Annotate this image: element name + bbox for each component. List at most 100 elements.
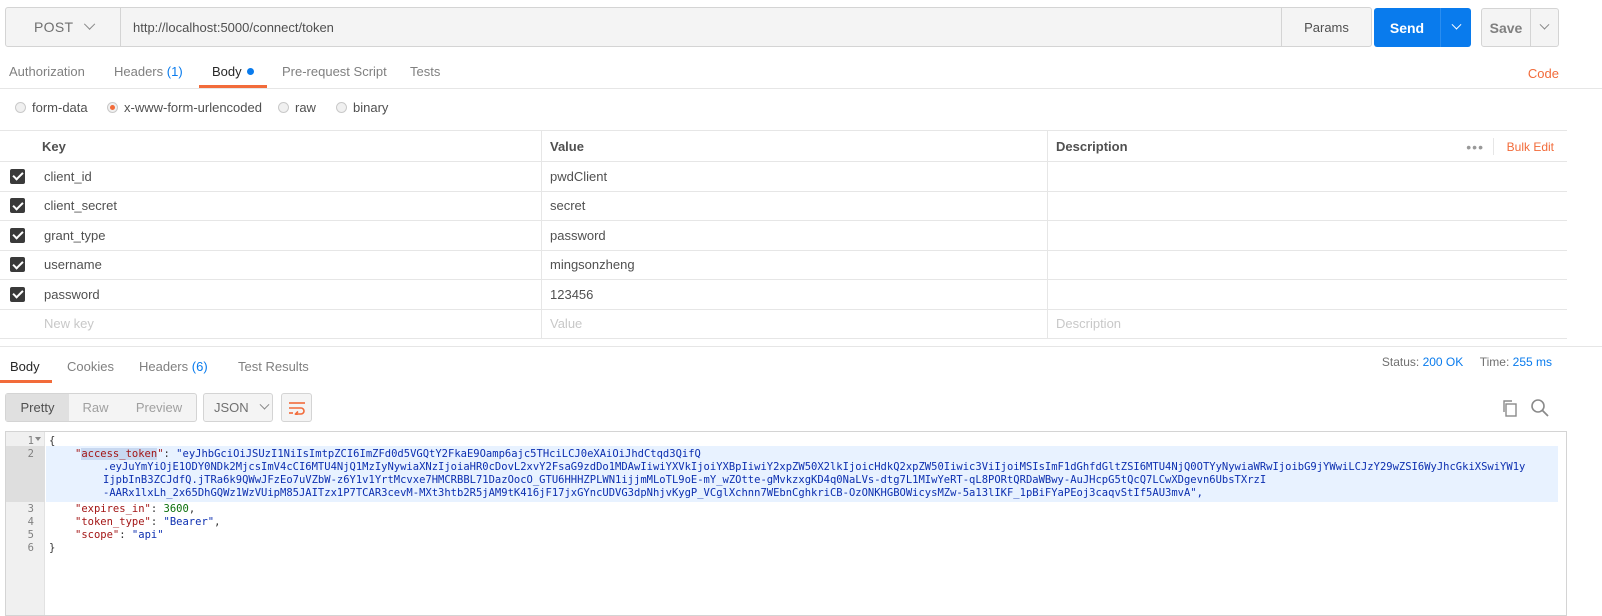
save-label: Save: [1489, 19, 1523, 36]
radio-circle: [278, 102, 289, 113]
response-tab-cookies[interactable]: Cookies: [67, 359, 114, 374]
new-key-input[interactable]: New key: [34, 309, 542, 338]
value-cell[interactable]: password: [542, 221, 1048, 250]
header-key: Key: [34, 131, 542, 161]
json-line-expires-in: "expires_in": 3600,: [75, 503, 196, 515]
time-value: 255 ms: [1512, 355, 1552, 369]
value-cell[interactable]: 123456: [542, 280, 1048, 309]
description-cell[interactable]: [1048, 251, 1567, 280]
value-cell[interactable]: pwdClient: [542, 162, 1048, 191]
radio-form-data[interactable]: form-data: [15, 100, 88, 115]
active-tab-indicator: [199, 85, 267, 88]
json-string: "eyJhbGciOiJSUzI1NiIsImtpZCI6ImZFd0d5VGQ…: [176, 448, 701, 460]
new-value-input[interactable]: Value: [542, 309, 1048, 338]
response-body-editor[interactable]: 1 2 3 4 5 6 { "access_token": "eyJhbGciO…: [5, 431, 1567, 616]
table-header-row: Key Value Description ••• Bulk Edit: [0, 131, 1567, 162]
copy-icon[interactable]: [1501, 399, 1519, 417]
response-tabs: Body Cookies Headers (6) Test Results St…: [0, 346, 1602, 383]
row-checkbox[interactable]: [9, 227, 25, 243]
code-link[interactable]: Code: [1528, 66, 1559, 81]
tab-headers[interactable]: Headers (1): [114, 64, 183, 79]
view-preview[interactable]: Preview: [122, 394, 196, 421]
radio-urlencoded[interactable]: x-www-form-urlencoded: [107, 100, 262, 115]
header-value: Value: [542, 131, 1048, 161]
url-input[interactable]: http://localhost:5000/connect/token: [121, 8, 1281, 46]
radio-label: raw: [295, 100, 316, 115]
json-key: "access_token": [75, 448, 164, 460]
response-tab-test-results[interactable]: Test Results: [238, 359, 309, 374]
send-dropdown-toggle[interactable]: [1441, 19, 1471, 31]
value-cell[interactable]: secret: [542, 191, 1048, 220]
chevron-down-icon: [1539, 19, 1550, 30]
table-row: client_secret secret: [0, 191, 1567, 221]
request-tabs: Authorization Headers (1) Body Pre-reque…: [0, 55, 1602, 89]
tab-tests[interactable]: Tests: [410, 64, 440, 79]
chevron-down-icon: [1451, 19, 1461, 30]
json-open-brace: {: [49, 435, 56, 447]
key-cell[interactable]: grant_type: [34, 221, 542, 250]
radio-label: binary: [353, 100, 389, 115]
save-dropdown-toggle[interactable]: [1531, 19, 1558, 31]
tab-body[interactable]: Body: [212, 64, 254, 79]
row-checkbox[interactable]: [9, 257, 25, 273]
value-cell[interactable]: mingsonzheng: [542, 250, 1048, 279]
key-cell[interactable]: client_secret: [34, 191, 542, 220]
table-row: username mingsonzheng: [0, 250, 1567, 280]
tab-authorization[interactable]: Authorization: [9, 64, 85, 79]
method-select[interactable]: POST: [6, 8, 121, 46]
radio-binary[interactable]: binary: [336, 100, 388, 115]
radio-circle-selected: [107, 102, 118, 113]
line-number: 1: [27, 435, 34, 447]
params-button[interactable]: Params: [1281, 8, 1371, 46]
key-cell[interactable]: client_id: [34, 162, 542, 191]
search-icon[interactable]: [1530, 398, 1550, 418]
response-tab-headers[interactable]: Headers (6): [139, 359, 208, 374]
fold-arrow-icon[interactable]: [35, 437, 41, 441]
radio-raw[interactable]: raw: [278, 100, 316, 115]
wrap-lines-icon: [288, 401, 305, 415]
send-button[interactable]: Send: [1374, 8, 1471, 47]
json-line-token-type: "token_type": "Bearer",: [75, 516, 221, 528]
response-tab-body[interactable]: Body: [10, 359, 40, 374]
status-value: 200 OK: [1422, 355, 1464, 369]
new-description-input[interactable]: Description: [1048, 310, 1567, 339]
tab-body-label: Body: [212, 64, 242, 79]
view-mode-segment: Pretty Raw Preview: [5, 393, 197, 422]
bulk-edit-link[interactable]: Bulk Edit: [1507, 140, 1554, 154]
description-cell[interactable]: [1048, 162, 1567, 191]
header-spacer: [0, 131, 34, 161]
format-select[interactable]: JSON: [203, 393, 273, 422]
new-param-row: New key Value Description: [0, 309, 1567, 339]
tab-prerequest-script[interactable]: Pre-request Script: [282, 64, 387, 79]
radio-circle: [15, 102, 26, 113]
key-cell[interactable]: username: [34, 250, 542, 279]
response-tab-headers-count: (6): [191, 359, 208, 374]
save-button[interactable]: Save: [1481, 8, 1559, 47]
row-checkbox[interactable]: [9, 286, 25, 302]
more-options-icon[interactable]: •••: [1466, 139, 1484, 155]
key-cell[interactable]: password: [34, 280, 542, 309]
table-row: password 123456: [0, 280, 1567, 310]
view-raw[interactable]: Raw: [69, 394, 122, 421]
json-string-wrap: IjpbInB3ZCJdfQ.jTRa6k9QWwJFzEo7uVZbW-z6Y…: [103, 474, 1267, 486]
row-checkbox[interactable]: [9, 198, 25, 214]
json-string-wrap: -AARx1lxLh_2x65DhGQWz1WzVUipM85JAITzx1P7…: [103, 487, 1203, 499]
view-pretty[interactable]: Pretty: [6, 394, 69, 421]
chevron-down-icon: [259, 399, 270, 410]
json-string: "api": [131, 529, 164, 541]
method-label: POST: [34, 19, 74, 35]
response-tab-headers-label: Headers: [139, 359, 189, 374]
description-cell[interactable]: [1048, 280, 1567, 309]
send-label: Send: [1389, 19, 1425, 36]
radio-label: form-data: [32, 100, 88, 115]
wrap-lines-button[interactable]: [281, 393, 312, 422]
radio-circle: [336, 102, 347, 113]
url-bar: POST http://localhost:5000/connect/token…: [5, 7, 1372, 47]
row-checkbox[interactable]: [9, 168, 25, 184]
json-number: 3600: [163, 503, 189, 515]
status-label: Status:: [1381, 355, 1420, 369]
description-cell[interactable]: [1048, 221, 1567, 250]
description-cell[interactable]: [1048, 192, 1567, 221]
chevron-down-icon: [84, 18, 96, 30]
header-divider: [1493, 138, 1494, 155]
